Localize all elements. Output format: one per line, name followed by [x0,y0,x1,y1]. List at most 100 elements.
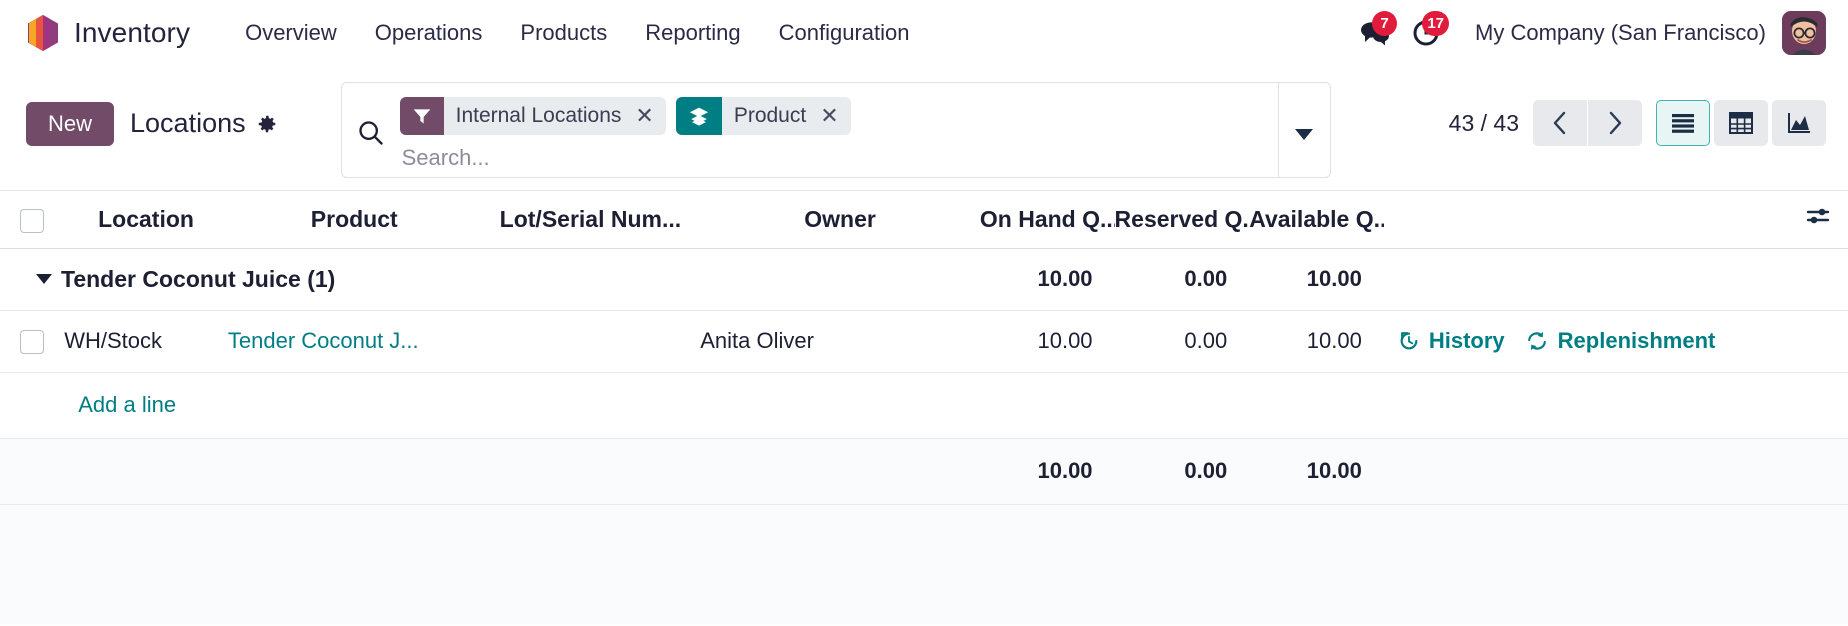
filter-icon [399,97,444,135]
pager-previous-button[interactable] [1533,100,1587,146]
column-header-reserved[interactable]: Reserved Q... [1114,191,1250,249]
inventory-table: Location Product Lot/Serial Num... Owner… [0,191,1848,505]
activities-button[interactable]: 17 [1401,11,1453,55]
list-view: Location Product Lot/Serial Num... Owner… [0,190,1848,625]
facet-internal-locations[interactable]: Internal Locations ✕ [399,97,666,135]
history-label: History [1428,328,1505,353]
pager-next-button[interactable] [1588,100,1642,146]
facet-row: Internal Locations ✕ Product ✕ [399,97,1274,135]
control-panel-right: 43 / 43 [1435,74,1826,146]
column-header-actions [1383,191,1788,249]
close-icon[interactable]: ✕ [814,97,850,135]
table-header-row: Location Product Lot/Serial Num... Owner… [0,191,1848,249]
facet-product[interactable]: Product ✕ [675,97,851,135]
settings-sliders-icon [1806,208,1830,224]
column-header-product[interactable]: Product [227,191,481,249]
group-actions [1383,248,1788,311]
company-name[interactable]: My Company (San Francisco) [1453,20,1782,46]
gear-icon[interactable] [256,113,278,135]
footer-owner [700,438,980,505]
search-view: Internal Locations ✕ Product ✕ [340,82,1331,178]
pivot-view-icon [1729,112,1753,134]
cell-reserved[interactable]: 0.00 [1114,310,1250,373]
row-optional [1787,310,1848,373]
table-row[interactable]: WH/Stock Tender Coconut J... Anita Olive… [0,310,1848,373]
replenishment-button[interactable]: Replenishment [1525,328,1716,354]
footer-location [64,438,228,505]
avatar[interactable] [1782,11,1826,55]
top-navbar: Inventory Overview Operations Products R… [0,0,1848,66]
column-header-available[interactable]: Available Q... [1249,191,1384,249]
navbar-right: 7 17 My Company (San Francisco) [1349,11,1826,55]
table-footer-row: 10.00 0.00 10.00 [0,438,1848,505]
cell-owner: Anita Oliver [700,310,980,373]
search-input-line [400,139,1274,171]
list-view-icon [1672,114,1694,133]
close-icon[interactable]: ✕ [629,97,665,135]
footer-actions [1383,438,1788,505]
column-header-on-hand[interactable]: On Hand Q... [979,191,1115,249]
caret-down-icon[interactable] [36,274,52,284]
group-row[interactable]: Tender Coconut Juice (1) 10.00 0.00 10.0… [0,248,1848,311]
group-optional [1787,248,1848,311]
layers-icon [675,97,722,135]
optional-columns-toggle[interactable] [1787,191,1848,249]
menu-item-products[interactable]: Products [501,14,626,52]
activities-badge: 17 [1422,11,1450,36]
row-checkbox[interactable] [20,330,45,355]
replenishment-label: Replenishment [1557,328,1716,353]
search-dropdown-toggle[interactable] [1277,83,1330,177]
add-a-line-button[interactable]: Add a line [64,392,176,418]
group-available: 10.00 [1249,248,1384,311]
footer-optional [1787,438,1848,505]
select-all-cell [0,191,65,249]
cell-on-hand[interactable]: 10.00 [979,310,1115,373]
footer-check [0,438,65,505]
column-header-location[interactable]: Location [64,191,228,249]
menu-item-reporting[interactable]: Reporting [626,14,759,52]
column-header-owner[interactable]: Owner [700,191,980,249]
odoo-cube-icon[interactable] [26,14,60,52]
view-switcher-pivot[interactable] [1714,100,1768,146]
select-all-checkbox[interactable] [20,208,45,233]
menu-item-operations[interactable]: Operations [356,14,502,52]
history-icon [1400,332,1418,350]
search-icon [342,83,400,177]
chevron-right-icon [1609,111,1622,135]
messages-button[interactable]: 7 [1349,11,1401,55]
group-header-cell[interactable]: Tender Coconut Juice (1) [0,248,980,311]
main-menu: Overview Operations Products Reporting C… [226,14,928,52]
column-header-lot-serial[interactable]: Lot/Serial Num... [480,191,701,249]
chevron-down-icon [1295,129,1314,140]
footer-on-hand: 10.00 [979,438,1115,505]
cell-location: WH/Stock [64,310,228,373]
facet-label: Product [733,104,807,127]
search-facets-and-input: Internal Locations ✕ Product ✕ [399,83,1278,177]
search-input[interactable] [401,145,1274,171]
cell-product[interactable]: Tender Coconut J... [227,310,481,373]
menu-item-overview[interactable]: Overview [226,14,356,52]
app-name[interactable]: Inventory [74,17,190,49]
breadcrumb: Locations [130,108,278,139]
view-switcher-list[interactable] [1656,100,1710,146]
add-line-row[interactable]: Add a line [0,372,1848,439]
cell-available[interactable]: 10.00 [1249,310,1384,373]
table-empty-space [0,504,1848,625]
group-on-hand: 10.00 [979,248,1115,311]
graph-view-icon [1788,113,1810,133]
product-link[interactable]: Tender Coconut J... [228,328,419,353]
menu-item-configuration[interactable]: Configuration [760,14,929,52]
page-title: Locations [130,108,246,139]
new-button[interactable]: New [26,102,115,146]
group-reserved: 0.00 [1114,248,1250,311]
pager-value[interactable]: 43 / 43 [1435,110,1533,137]
control-panel-left: New Locations [26,74,278,146]
cell-row-actions: History Replenishment [1383,310,1788,373]
facet-label: Internal Locations [455,104,622,127]
add-line-cell[interactable]: Add a line [64,372,1848,439]
add-line-spacer [0,372,65,439]
chevron-left-icon [1553,111,1566,135]
footer-lot [480,438,701,505]
history-button[interactable]: History [1398,328,1505,354]
view-switcher-graph[interactable] [1772,100,1826,146]
